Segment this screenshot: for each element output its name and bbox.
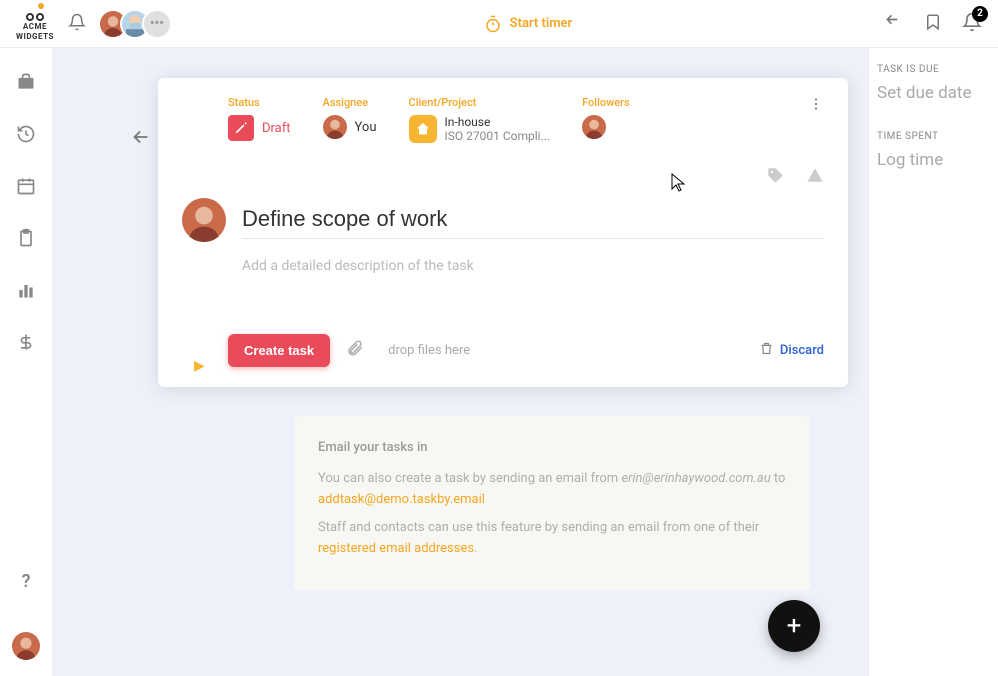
project-name: ISO 27001 Compli... <box>445 129 551 143</box>
right-panel: TASK IS DUE Set due date TIME SPENT Log … <box>868 48 998 676</box>
side-nav: ? <box>0 48 52 676</box>
discard-button[interactable]: Discard <box>759 341 824 360</box>
followers-field[interactable]: Followers <box>582 96 630 139</box>
task-card: Status Draft Assignee You Client/Project <box>158 78 848 387</box>
assignee-field[interactable]: Assignee You <box>323 96 377 139</box>
pencil-icon <box>228 115 254 141</box>
start-timer-button[interactable]: Start timer <box>484 15 573 33</box>
followers-label: Followers <box>582 96 630 109</box>
bookmarks-icon[interactable] <box>924 13 942 35</box>
attach-icon[interactable] <box>346 339 364 361</box>
nav-calendar-icon[interactable] <box>16 176 36 200</box>
fab-add-button[interactable]: + <box>768 600 820 652</box>
back-button[interactable] <box>130 126 152 152</box>
time-spent-label: TIME SPENT <box>877 131 990 142</box>
set-due-date-button[interactable]: Set due date <box>877 83 990 103</box>
nav-clipboard-icon[interactable] <box>16 228 36 252</box>
house-icon <box>409 115 437 143</box>
task-title-input[interactable] <box>242 200 824 239</box>
notifications-icon[interactable]: 2 <box>962 12 982 36</box>
log-time-button[interactable]: Log time <box>877 150 990 170</box>
nav-reports-icon[interactable] <box>16 280 36 304</box>
discard-label: Discard <box>780 343 824 358</box>
email-info-card: Email your tasks in You can also create … <box>294 416 810 590</box>
top-bar: ACME WIDGETS ••• Start timer 2 <box>0 0 998 48</box>
status-value: Draft <box>262 121 291 136</box>
registered-addresses-link[interactable]: registered email addresses <box>318 541 474 556</box>
main-canvas: Status Draft Assignee You Client/Project <box>52 48 868 676</box>
presence-avatars[interactable]: ••• <box>106 9 172 39</box>
nav-recent-icon[interactable] <box>16 124 36 148</box>
create-task-button[interactable]: Create task <box>228 334 330 367</box>
presence-add[interactable]: ••• <box>142 9 172 39</box>
email-card-line1: You can also create a task by sending an… <box>318 469 786 511</box>
nav-help[interactable]: ? <box>22 571 31 592</box>
follower-avatar <box>582 115 606 139</box>
assignee-value: You <box>355 120 377 135</box>
due-label: TASK IS DUE <box>877 64 990 75</box>
project-label: Client/Project <box>409 96 551 109</box>
nav-user-avatar[interactable] <box>12 632 40 660</box>
assignee-avatar <box>323 115 347 139</box>
nav-billing-icon[interactable] <box>16 332 36 356</box>
dropzone-text[interactable]: drop files here <box>388 343 470 358</box>
notifications-icon-top[interactable] <box>68 13 86 35</box>
project-field[interactable]: Client/Project In-house ISO 27001 Compli… <box>409 96 551 144</box>
project-client: In-house <box>445 115 551 129</box>
nav-briefcase-icon[interactable] <box>16 72 36 96</box>
priority-icon[interactable] <box>806 166 824 188</box>
email-card-line2: Staff and contacts can use this feature … <box>318 518 786 560</box>
task-description-input[interactable]: Add a detailed description of the task <box>242 258 824 274</box>
timer-label: Start timer <box>510 16 573 31</box>
return-icon[interactable] <box>884 12 904 36</box>
addtask-email-link[interactable]: addtask@demo.taskby.email <box>318 492 485 507</box>
assignee-label: Assignee <box>323 96 377 109</box>
status-field[interactable]: Status Draft <box>228 96 291 141</box>
brand-line1: ACME <box>23 22 47 31</box>
pointer-marker-icon: ▶ <box>194 358 205 374</box>
brand-logo[interactable]: ACME WIDGETS <box>16 7 54 41</box>
stopwatch-icon <box>484 15 502 33</box>
owner-avatar <box>182 198 226 242</box>
email-card-title: Email your tasks in <box>318 438 786 459</box>
trash-icon <box>759 341 774 360</box>
status-label: Status <box>228 96 291 109</box>
brand-line2: WIDGETS <box>16 32 54 41</box>
notification-badge: 2 <box>972 6 988 22</box>
tag-icon[interactable] <box>766 166 784 188</box>
more-menu-icon[interactable] <box>808 96 824 116</box>
